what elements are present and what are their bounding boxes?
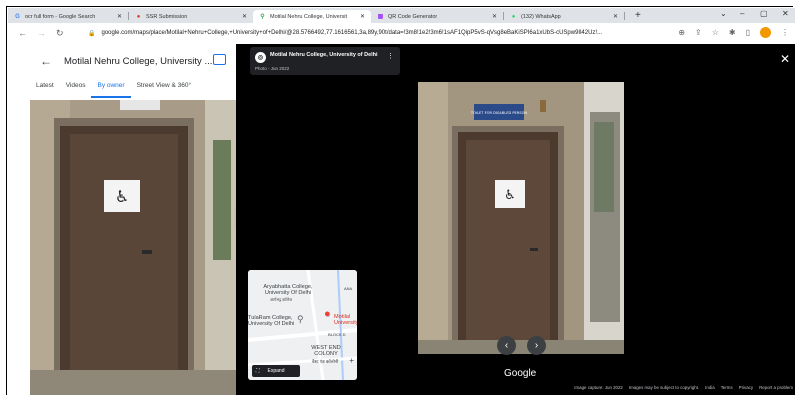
lock-icon: 🔒 — [88, 30, 96, 37]
tab-street-view[interactable]: Street View & 360° — [131, 80, 198, 98]
menu-kebab-icon[interactable]: ⋮ — [781, 28, 789, 37]
map-label-ram-lal: TulaRam College, University Of Delhi — [248, 315, 295, 327]
main-photo[interactable]: TOILET FOR DISABLED PERSON ♿ — [418, 82, 624, 354]
zoom-in-icon[interactable]: + — [349, 356, 354, 365]
tab-label: SSR Submission — [146, 13, 188, 20]
tab-label: ocr full form - Google Search — [25, 13, 96, 20]
toolbar-icons: ⊕ ⇪ ☆ ✱ ▯ ⋮ — [678, 27, 789, 38]
map-label-motilal: Motilal University — [334, 314, 357, 326]
photo-viewer: ◎ Motilal Nehru College, University of D… — [236, 44, 795, 395]
panel-header: ← Motilal Nehru College, University ... — [30, 50, 236, 72]
report-problem-link[interactable]: Report a problem — [759, 385, 793, 390]
expand-icon: ⛶ — [256, 368, 260, 374]
tab-google-maps[interactable]: ⚲ Motilal Nehru College, Universit ✕ — [253, 10, 371, 23]
expand-map-button[interactable]: ⛶ Expand — [252, 365, 300, 377]
door-photo-large-image: TOILET FOR DISABLED PERSON ♿ — [418, 82, 624, 354]
extensions-icon[interactable]: ✱ — [729, 28, 736, 37]
close-tab-icon[interactable]: ✕ — [113, 13, 122, 20]
photo-date: Photo - Jun 2022 — [255, 66, 290, 71]
map-label-aryabhatta: Aryabhatta College, University Of Delhi — [263, 284, 313, 296]
profile-avatar[interactable] — [760, 27, 771, 38]
tab-latest[interactable]: Latest — [30, 80, 60, 98]
ssr-favicon-icon: ● — [136, 13, 141, 20]
tab-label: Motilal Nehru College, Universit — [270, 13, 348, 20]
viewer-footer: Image capture: Jun 2022 Images may be su… — [574, 385, 793, 390]
location-minimap[interactable]: Aryabhatta College, University Of Delhi … — [248, 270, 357, 380]
previous-photo-button[interactable]: ‹ — [497, 336, 516, 355]
place-info-card: ◎ Motilal Nehru College, University of D… — [250, 47, 400, 75]
address-bar: ← → ↻ 🔒 google.com/maps/place/Motilal+Ne… — [8, 23, 795, 43]
viewer-place-name: Motilal Nehru College, University of Del… — [270, 52, 378, 58]
close-window-icon[interactable]: ✕ — [782, 9, 789, 18]
google-lens-icon[interactable]: ⊕ — [678, 28, 685, 37]
close-viewer-icon[interactable]: ✕ — [780, 52, 790, 66]
map-label-aryabhatta-hindi: आर्यभट्ट कॉलेज — [270, 297, 293, 302]
place-pin-icon: ⚲ — [297, 314, 304, 324]
door-photo-image: ♿ — [30, 100, 236, 395]
privacy-link[interactable]: Privacy — [739, 385, 753, 390]
map-label-west-end-hindi: वैस्ट एंड कॉलोनी — [312, 359, 339, 364]
close-tab-icon[interactable]: ✕ — [238, 13, 247, 20]
share-icon[interactable]: ⇪ — [695, 28, 702, 37]
tab-search-icon[interactable]: ⌄ — [720, 9, 727, 18]
forward-arrow-icon[interactable]: → — [37, 28, 46, 38]
google-favicon-icon: G — [15, 13, 20, 20]
back-arrow-icon[interactable]: ← — [18, 28, 27, 38]
bookmark-star-icon[interactable]: ☆ — [712, 28, 719, 37]
close-tab-icon[interactable]: ✕ — [356, 13, 365, 20]
restore-icon[interactable]: ▢ — [760, 9, 768, 18]
tab-label: QR Code Generator — [388, 13, 438, 20]
minimize-icon[interactable]: – — [740, 9, 744, 18]
maps-favicon-icon: ⚲ — [260, 14, 265, 20]
sign-text: TOILET FOR DISABLED PERSON — [470, 111, 528, 115]
copyright-notice: Images may be subject to copyright. — [628, 385, 700, 390]
tab-label: (132) WhatsApp — [521, 13, 561, 20]
svg-text:♿: ♿ — [115, 187, 129, 206]
tab-separator — [624, 11, 625, 20]
sidebar-icon[interactable]: ▯ — [746, 28, 750, 37]
google-watermark: Google — [504, 368, 537, 379]
map-label-block-d: BLOCK D — [328, 332, 346, 337]
browser-tab-bar: G ocr full form - Google Search ✕ ● SSR … — [8, 8, 795, 23]
whatsapp-favicon-icon: ● — [511, 13, 516, 20]
region-link[interactable]: India — [705, 385, 715, 390]
svg-text:♿: ♿ — [504, 188, 516, 203]
expand-label: Expand — [267, 368, 285, 374]
tab-google-search[interactable]: G ocr full form - Google Search ✕ — [8, 10, 128, 23]
next-photo-button[interactable]: › — [527, 336, 546, 355]
photo-filter-tabs: Latest Videos By owner Street View & 360… — [30, 80, 236, 98]
url-field[interactable]: 🔒 google.com/maps/place/Motilal+Nehru+Co… — [88, 26, 688, 40]
reload-icon[interactable]: ↻ — [56, 28, 64, 39]
photo-thumbnail[interactable]: ♿ — [30, 100, 236, 395]
more-options-icon[interactable]: ⋮ — [387, 52, 394, 60]
map-label-ana: ANA — [344, 286, 353, 291]
tab-whatsapp[interactable]: ● (132) WhatsApp ✕ — [504, 10, 624, 23]
url-text: google.com/maps/place/Motilal+Nehru+Coll… — [101, 30, 603, 36]
qr-favicon-icon: ▦ — [377, 14, 384, 20]
back-arrow-icon[interactable]: ← — [40, 54, 52, 68]
tab-by-owner[interactable]: By owner — [91, 80, 131, 98]
map-label-west-end: WEST END COLONY — [311, 345, 341, 357]
image-capture-date: Image capture: Jun 2022 — [574, 385, 623, 390]
tab-ssr-submission[interactable]: ● SSR Submission ✕ — [129, 10, 253, 23]
tab-videos[interactable]: Videos — [60, 80, 92, 98]
terms-link[interactable]: Terms — [721, 385, 733, 390]
college-logo-icon: ◎ — [255, 52, 266, 63]
photos-side-panel: ← Motilal Nehru College, University ... … — [30, 44, 236, 395]
tab-qr-code-generator[interactable]: ▦ QR Code Generator ✕ — [371, 10, 503, 23]
close-tab-icon[interactable]: ✕ — [609, 13, 618, 20]
location-pin-icon: ● — [324, 308, 331, 320]
add-photo-icon[interactable] — [213, 54, 226, 65]
place-title: Motilal Nehru College, University ... — [64, 55, 213, 67]
new-tab-button[interactable]: + — [635, 10, 641, 21]
close-tab-icon[interactable]: ✕ — [488, 13, 497, 20]
